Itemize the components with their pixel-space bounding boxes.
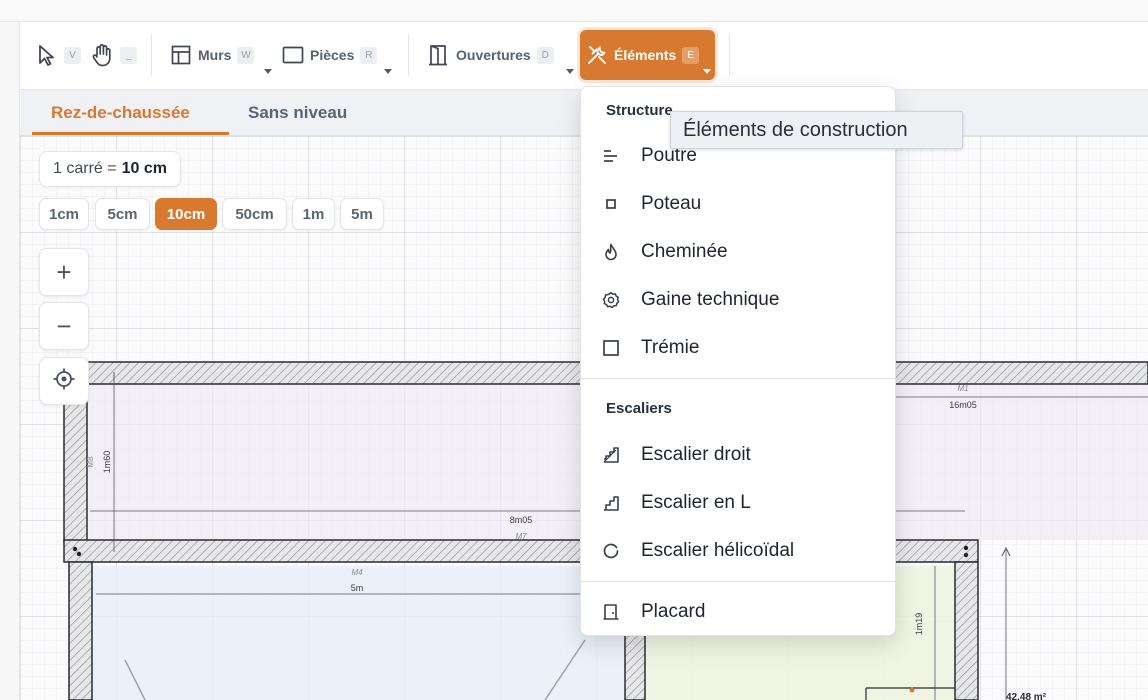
menu-item-label: Gaine technique [641, 289, 780, 310]
dimension-label-16m05: 16m05 [949, 400, 977, 410]
room-rect-icon [282, 46, 304, 64]
pan-shortcut: _ [120, 46, 137, 64]
flame-icon [602, 243, 620, 261]
zoom-in-button[interactable]: + [39, 248, 89, 296]
crosshair-icon [52, 367, 76, 396]
zoom-out-button[interactable]: − [39, 302, 89, 350]
stairs-l-icon [602, 494, 620, 512]
wall-label-m7: M7 [515, 532, 527, 541]
toolbar-separator [151, 34, 152, 76]
wall-layout-icon [170, 44, 192, 66]
wall-label-m8: M8 [86, 456, 95, 468]
recenter-button[interactable] [39, 357, 89, 405]
scale-value: 10 cm [121, 160, 167, 177]
rooms-dropdown-caret[interactable] [384, 69, 392, 74]
menu-item-label: Trémie [641, 337, 700, 358]
walls-shortcut: W [237, 46, 255, 64]
select-shortcut: V [64, 46, 81, 64]
menu-item-label: Poteau [641, 193, 702, 214]
minus-icon: − [56, 311, 72, 341]
menu-item-label: Escalier en L [641, 492, 751, 513]
openings-label: Ouvertures [456, 47, 531, 63]
grid-option-1cm[interactable]: 1cm [39, 198, 89, 230]
stairs-icon [602, 446, 620, 464]
dimension-label-8m05: 8m05 [510, 515, 533, 525]
elements-dropdown-caret[interactable] [703, 69, 711, 74]
wall-node[interactable] [963, 545, 969, 551]
walls-label: Murs [198, 47, 232, 63]
select-tool-button[interactable]: V [36, 30, 81, 80]
menu-item-cupboard[interactable]: Placard [581, 592, 895, 632]
walls-tool-button[interactable]: Murs W [170, 30, 272, 80]
menu-item-opening-hopper[interactable]: Trémie [581, 328, 895, 368]
window-top-strip [0, 0, 1148, 22]
column-icon [602, 195, 620, 213]
wall-node[interactable] [76, 551, 82, 557]
toolbar-separator [729, 34, 730, 76]
tools-icon [586, 44, 608, 66]
menu-divider [581, 581, 895, 582]
tab-ground-floor[interactable]: Rez-de-chaussée [51, 90, 190, 135]
toolbar-separator [408, 34, 409, 76]
elements-dropdown-menu: Structure Poutre Poteau Cheminée Gaine t… [580, 86, 896, 636]
active-tab-indicator [32, 132, 229, 135]
grid-option-50cm[interactable]: 50cm [222, 198, 287, 230]
menu-item-label: Cheminée [641, 241, 728, 262]
openings-tool-button[interactable]: Ouvertures D [426, 30, 574, 80]
wall-right[interactable] [954, 561, 979, 700]
dimension-label-1m60: 1m60 [102, 451, 112, 474]
menu-item-chimney[interactable]: Cheminée [581, 232, 895, 272]
menu-item-label: Escalier droit [641, 444, 751, 465]
tab-no-level[interactable]: Sans niveau [248, 90, 347, 135]
editor-toolbar: V _ Murs W Pièces R Ouvertures D Élément… [20, 22, 1148, 90]
grid-option-5cm[interactable]: 5cm [95, 198, 150, 230]
gear-icon [602, 291, 620, 309]
grid-option-1m[interactable]: 1m [292, 198, 335, 230]
elements-shortcut: E [682, 46, 700, 64]
scale-prefix: 1 carré = [53, 160, 117, 177]
menu-item-l-stairs[interactable]: Escalier en L [581, 483, 895, 523]
elements-label: Éléments [614, 47, 677, 63]
wall-label-m4: M4 [351, 568, 363, 577]
wall-node[interactable] [72, 546, 78, 552]
menu-heading-stairs: Escaliers [606, 400, 672, 417]
hand-icon [90, 42, 114, 68]
elements-tool-button[interactable]: Éléments E [580, 30, 715, 80]
door-icon [426, 43, 450, 67]
menu-item-technical-shaft[interactable]: Gaine technique [581, 280, 895, 320]
menu-heading-structure: Structure [606, 102, 673, 119]
beam-icon [602, 147, 620, 165]
openings-dropdown-caret[interactable] [566, 69, 574, 74]
wall-left-lower[interactable] [68, 561, 93, 700]
rooms-shortcut: R [360, 46, 378, 64]
menu-item-spiral-stairs[interactable]: Escalier hélicoïdal [581, 531, 895, 571]
wall-node[interactable] [963, 552, 969, 558]
openings-shortcut: D [536, 46, 554, 64]
menu-divider [581, 378, 895, 379]
cursor-icon [36, 43, 58, 67]
menu-item-label: Escalier hélicoïdal [641, 540, 795, 561]
plus-icon: + [56, 257, 72, 287]
menu-item-straight-stairs[interactable]: Escalier droit [581, 435, 895, 475]
room-anchor-point[interactable] [909, 687, 915, 693]
cupboard-icon [602, 603, 620, 621]
grid-option-10cm[interactable]: 10cm [155, 198, 217, 230]
left-sidebar-strip [0, 22, 20, 700]
square-icon [602, 339, 620, 357]
wall-label-m1: M1 [957, 384, 968, 393]
spiral-icon [602, 542, 620, 560]
menu-item-label: Placard [641, 601, 706, 622]
room-area-label: 42.48 m² [1006, 692, 1047, 700]
elements-tooltip: Éléments de construction [670, 111, 963, 149]
walls-dropdown-caret[interactable] [264, 69, 272, 74]
dimension-label-1m19: 1m19 [914, 613, 924, 636]
rooms-tool-button[interactable]: Pièces R [282, 30, 392, 80]
grid-scale-indicator: 1 carré = 10 cm [39, 151, 181, 187]
grid-option-5m[interactable]: 5m [340, 198, 384, 230]
pan-tool-button[interactable]: _ [90, 30, 137, 80]
menu-item-column[interactable]: Poteau [581, 184, 895, 224]
dimension-label-5m: 5m [351, 583, 364, 593]
rooms-label: Pièces [310, 47, 355, 63]
